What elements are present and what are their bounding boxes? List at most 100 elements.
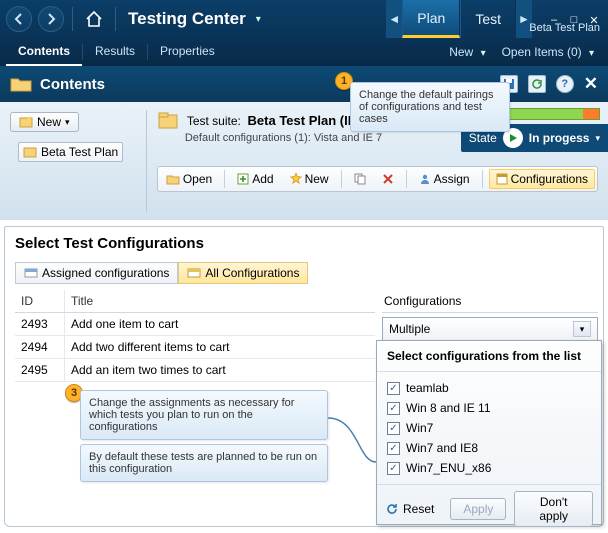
table-row[interactable]: 2494Add two different items to cart	[15, 336, 375, 359]
progress-fail-segment	[583, 109, 599, 119]
tab-test[interactable]: Test	[460, 0, 516, 38]
menu-new-label: New	[449, 45, 473, 59]
config-column: Configurations Multiple ▾	[382, 290, 598, 341]
copy-icon	[354, 173, 366, 185]
col-id-header[interactable]: ID	[15, 290, 65, 312]
tree-root-item[interactable]: Beta Test Plan	[18, 142, 123, 162]
callout-3b: By default these tests are planned to be…	[80, 444, 328, 482]
dont-apply-button[interactable]: Don't apply	[514, 491, 593, 527]
configurations-button[interactable]: Configurations	[489, 169, 595, 189]
reset-button[interactable]: Reset	[385, 502, 434, 516]
plan-name-label[interactable]: Beta Test Plan	[529, 22, 600, 34]
add-button[interactable]: Add	[231, 170, 279, 188]
new-dropdown[interactable]: New ▾	[10, 112, 79, 132]
config-option-label: Win 8 and IE 11	[406, 401, 491, 415]
all-icon	[187, 267, 201, 279]
chevron-down-icon: ▾	[573, 321, 591, 337]
new-button[interactable]: New	[284, 170, 335, 188]
subtab-contents[interactable]: Contents	[6, 38, 82, 66]
config-popup-title: Select configurations from the list	[377, 341, 601, 372]
tree-pane: New ▾ Beta Test Plan	[0, 102, 146, 220]
open-button[interactable]: Open	[160, 170, 218, 188]
config-value-dropdown[interactable]: Multiple ▾	[382, 317, 598, 341]
table-row[interactable]: 2495Add an item two times to cart	[15, 359, 375, 382]
cell-id: 2494	[15, 336, 65, 358]
add-label: Add	[252, 172, 273, 186]
back-button[interactable]	[6, 6, 32, 32]
cell-id: 2493	[15, 313, 65, 335]
help-icon-button[interactable]: ?	[556, 75, 574, 93]
copy-button[interactable]	[348, 171, 372, 187]
tab-scroll-left[interactable]: ◄	[386, 0, 402, 38]
assigned-icon	[24, 267, 38, 279]
divider	[341, 170, 342, 188]
sub-tab-row: Contents Results Properties New ▾ Open I…	[0, 38, 608, 66]
divider	[224, 170, 225, 188]
grid-header: ID Title	[15, 290, 375, 313]
divider	[406, 170, 407, 188]
filter-all[interactable]: All Configurations	[178, 262, 308, 284]
config-col-header[interactable]: Configurations	[382, 290, 598, 313]
new-label: New	[305, 172, 329, 186]
col-title-header[interactable]: Title	[65, 290, 375, 312]
subtab-properties-label: Properties	[160, 44, 215, 58]
title-bar: Testing Center ▾ ◄ Plan Test ► – □ ✕ Bet…	[0, 0, 608, 38]
apply-button[interactable]: Apply	[450, 498, 506, 520]
config-icon	[496, 173, 508, 185]
tab-test-label: Test	[475, 11, 501, 27]
tab-plan-label: Plan	[417, 10, 445, 26]
config-option[interactable]: ✓Win 8 and IE 11	[387, 398, 591, 418]
panel-title: Select Test Configurations	[15, 235, 593, 252]
panel-close-button[interactable]: ✕	[584, 74, 598, 94]
config-option-label: Win7	[406, 421, 433, 435]
title-dropdown-icon[interactable]: ▾	[256, 14, 261, 25]
suite-icon	[157, 110, 179, 130]
assign-label: Assign	[434, 172, 470, 186]
callout-1: Change the default pairings of configura…	[350, 82, 510, 132]
delete-icon	[382, 173, 394, 185]
assign-button[interactable]: Assign	[413, 170, 476, 188]
menu-open-items-label: Open Items (0)	[502, 45, 582, 59]
new-star-icon	[290, 173, 302, 185]
home-button[interactable]	[81, 6, 107, 32]
workspace: New ▾ Beta Test Plan Test suite: Beta Te…	[0, 102, 608, 220]
delete-button[interactable]	[376, 171, 400, 187]
subtab-results[interactable]: Results	[83, 38, 147, 66]
config-option[interactable]: ✓Win7 and IE8	[387, 438, 591, 458]
assign-icon	[419, 173, 431, 185]
menu-new[interactable]: New ▾	[449, 45, 485, 59]
suite-toolbar: Open Add New Assign Configurations	[157, 166, 598, 192]
config-popup: Select configurations from the list ✓tea…	[376, 340, 602, 525]
reset-icon	[385, 502, 399, 516]
chevron-down-icon: ▾	[65, 117, 70, 128]
config-option[interactable]: ✓teamlab	[387, 378, 591, 398]
new-dropdown-label: New	[37, 115, 61, 129]
config-value-text: Multiple	[389, 322, 430, 336]
grid-body: 2493Add one item to cart2494Add two diff…	[15, 313, 375, 382]
chevron-down-icon: ▾	[481, 48, 486, 59]
filter-assigned[interactable]: Assigned configurations	[15, 262, 178, 284]
menu-open-items[interactable]: Open Items (0) ▾	[502, 45, 594, 59]
checkbox-icon: ✓	[387, 422, 400, 435]
divider	[482, 170, 483, 188]
top-tab-group: ◄ Plan Test ►	[386, 0, 532, 38]
cell-title: Add an item two times to cart	[65, 359, 375, 381]
table-row[interactable]: 2493Add one item to cart	[15, 313, 375, 336]
config-option-label: teamlab	[406, 381, 449, 395]
refresh-icon-button[interactable]	[528, 75, 546, 93]
divider	[72, 7, 73, 31]
chevron-down-icon: ▾	[595, 133, 600, 144]
state-value: In progess	[529, 131, 590, 145]
test-plan-tree: Beta Test Plan	[10, 142, 136, 162]
tab-plan[interactable]: Plan	[402, 0, 460, 38]
cell-title: Add two different items to cart	[65, 336, 375, 358]
config-option[interactable]: ✓ Win7	[387, 418, 591, 438]
divider	[115, 7, 116, 31]
subtab-properties[interactable]: Properties	[148, 38, 227, 66]
folder-icon	[10, 75, 32, 93]
forward-button[interactable]	[38, 6, 64, 32]
app-title: Testing Center	[128, 9, 246, 29]
progress-bar	[504, 108, 600, 120]
config-option[interactable]: ✓Win7_ENU_x86	[387, 458, 591, 478]
config-label: Configurations	[511, 172, 588, 186]
